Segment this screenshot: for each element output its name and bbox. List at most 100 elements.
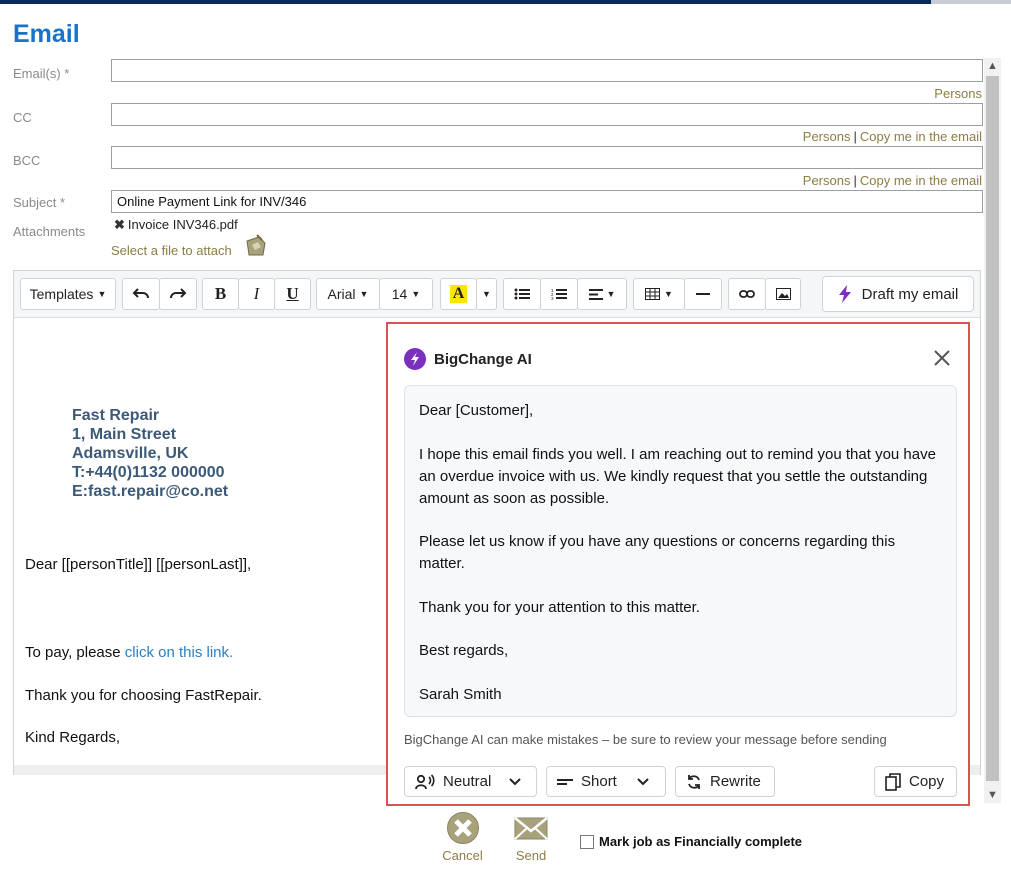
- templates-label: Templates: [29, 286, 94, 302]
- font-family-dropdown[interactable]: Arial ▼: [316, 278, 380, 310]
- length-value: Short: [581, 773, 617, 790]
- cc-copy-me-link[interactable]: Copy me in the email: [860, 129, 982, 144]
- link-separator: |: [853, 173, 857, 188]
- chevron-down-icon: [509, 777, 522, 785]
- scrollbar-thumb[interactable]: [986, 76, 999, 781]
- close-icon[interactable]: [932, 348, 952, 368]
- chevron-down-icon: ▼: [359, 289, 369, 299]
- select-file-link[interactable]: Select a file to attach: [111, 243, 232, 258]
- scroll-up-icon[interactable]: ▲: [984, 58, 1001, 74]
- editor-toolbar: Templates ▼ B I U Arial ▼ 14 ▼ A ▼ 123 ▼ ▼: [14, 271, 980, 318]
- scroll-down-icon[interactable]: ▼: [984, 787, 1001, 803]
- chevron-down-icon: ▼: [664, 289, 673, 299]
- page-scrollbar[interactable]: ▲ ▼: [984, 58, 1001, 803]
- ai-paragraph: I hope this email finds you well. I am r…: [419, 445, 936, 507]
- underline-button[interactable]: U: [274, 278, 311, 310]
- bcc-persons-link[interactable]: Persons: [803, 173, 851, 188]
- align-left-icon: [588, 288, 603, 300]
- top-bar: [0, 0, 1011, 4]
- undo-button[interactable]: [122, 278, 160, 310]
- chevron-down-icon: ▼: [411, 289, 421, 299]
- bcc-label: BCC: [13, 153, 41, 168]
- length-dropdown[interactable]: Short: [546, 766, 666, 797]
- financially-complete-label: Mark job as Financially complete: [599, 834, 803, 849]
- templates-dropdown[interactable]: Templates ▼: [20, 278, 116, 310]
- font-family-value: Arial: [327, 286, 356, 302]
- signature-line: Adamsville, UK: [72, 445, 189, 462]
- bcc-copy-me-link[interactable]: Copy me in the email: [860, 173, 982, 188]
- redo-icon: [170, 288, 187, 299]
- ai-paragraph: Sarah Smith: [419, 685, 502, 703]
- tone-dropdown[interactable]: Neutral: [404, 766, 537, 797]
- email-pay-line: To pay, please click on this link.: [25, 644, 233, 661]
- highlight-button[interactable]: A: [440, 278, 477, 310]
- cancel-label: Cancel: [442, 848, 483, 863]
- page-title: Email: [13, 20, 80, 48]
- persons-link[interactable]: Persons: [934, 86, 982, 101]
- mark-financially-complete[interactable]: Mark job as Financially complete: [580, 834, 802, 849]
- send-button[interactable]: Send: [510, 811, 552, 863]
- signature-line: Fast Repair: [72, 407, 160, 424]
- chevron-down-icon: ▼: [97, 289, 107, 299]
- remove-attachment-icon[interactable]: ✖: [114, 217, 125, 232]
- link-separator: |: [853, 129, 857, 144]
- copy-label: Copy: [909, 773, 945, 790]
- font-size-value: 14: [391, 286, 408, 302]
- cancel-button[interactable]: Cancel: [440, 811, 485, 863]
- ai-disclaimer: BigChange AI can make mistakes – be sure…: [404, 732, 887, 747]
- cc-input[interactable]: [111, 103, 983, 126]
- email-greeting: Dear [[personTitle]] [[personLast]],: [25, 556, 252, 573]
- italic-button[interactable]: I: [238, 278, 275, 310]
- ai-generated-message: Dear [Customer], I hope this email finds…: [404, 385, 957, 717]
- horizontal-rule-button[interactable]: [684, 278, 722, 310]
- top-bar-right: [931, 0, 1011, 4]
- numbered-list-icon: 123: [551, 288, 567, 300]
- signature-line: E:fast.repair@co.net: [72, 483, 229, 500]
- pay-prefix: To pay, please: [25, 644, 125, 661]
- bcc-input[interactable]: [111, 146, 983, 169]
- chevron-down-icon: ▼: [482, 289, 491, 299]
- signature-line: T:+44(0)1132 000000: [72, 464, 225, 481]
- pay-link[interactable]: click on this link.: [125, 644, 233, 661]
- subject-input[interactable]: Online Payment Link for INV/346: [111, 190, 983, 213]
- bcc-links: Persons | Copy me in the email: [803, 173, 982, 188]
- tone-value: Neutral: [443, 773, 492, 790]
- envelope-icon: [514, 817, 548, 840]
- attach-file-icon[interactable]: [243, 233, 269, 259]
- draft-my-email-button[interactable]: Draft my email: [822, 276, 974, 312]
- horizontal-rule-icon: [696, 293, 710, 295]
- insert-image-button[interactable]: [765, 278, 801, 310]
- redo-button[interactable]: [159, 278, 197, 310]
- rewrite-button[interactable]: Rewrite: [675, 766, 775, 797]
- copy-icon: [885, 772, 901, 791]
- chevron-down-icon: ▼: [606, 289, 616, 299]
- rewrite-label: Rewrite: [710, 773, 761, 790]
- insert-link-button[interactable]: [728, 278, 766, 310]
- table-dropdown[interactable]: ▼: [633, 278, 685, 310]
- svg-text:3: 3: [551, 296, 554, 300]
- short-text-icon: [557, 778, 573, 785]
- ai-paragraph: Please let us know if you have any quest…: [419, 533, 896, 572]
- link-icon: [739, 290, 755, 298]
- highlight-color-dropdown[interactable]: ▼: [476, 278, 497, 310]
- cc-persons-link[interactable]: Persons: [803, 129, 851, 144]
- table-icon: [645, 288, 661, 300]
- numbered-list-button[interactable]: 123: [540, 278, 578, 310]
- attachment-item: ✖ Invoice INV346.pdf: [114, 217, 238, 233]
- voice-icon: [415, 773, 435, 789]
- subject-label: Subject *: [13, 195, 66, 210]
- cc-label: CC: [13, 110, 32, 125]
- bold-button[interactable]: B: [202, 278, 239, 310]
- copy-button[interactable]: Copy: [874, 766, 957, 797]
- align-dropdown[interactable]: ▼: [577, 278, 627, 310]
- bullet-list-button[interactable]: [503, 278, 541, 310]
- ai-header: BigChange AI: [404, 348, 532, 370]
- ai-paragraph: Best regards,: [419, 642, 509, 659]
- lightning-icon: [838, 285, 851, 303]
- ai-paragraph: Thank you for your attention to this mat…: [419, 598, 700, 616]
- cc-links: Persons | Copy me in the email: [803, 129, 982, 144]
- send-label: Send: [515, 848, 547, 863]
- font-size-dropdown[interactable]: 14 ▼: [379, 278, 433, 310]
- emails-input[interactable]: [111, 59, 983, 82]
- financially-complete-checkbox[interactable]: [580, 834, 594, 849]
